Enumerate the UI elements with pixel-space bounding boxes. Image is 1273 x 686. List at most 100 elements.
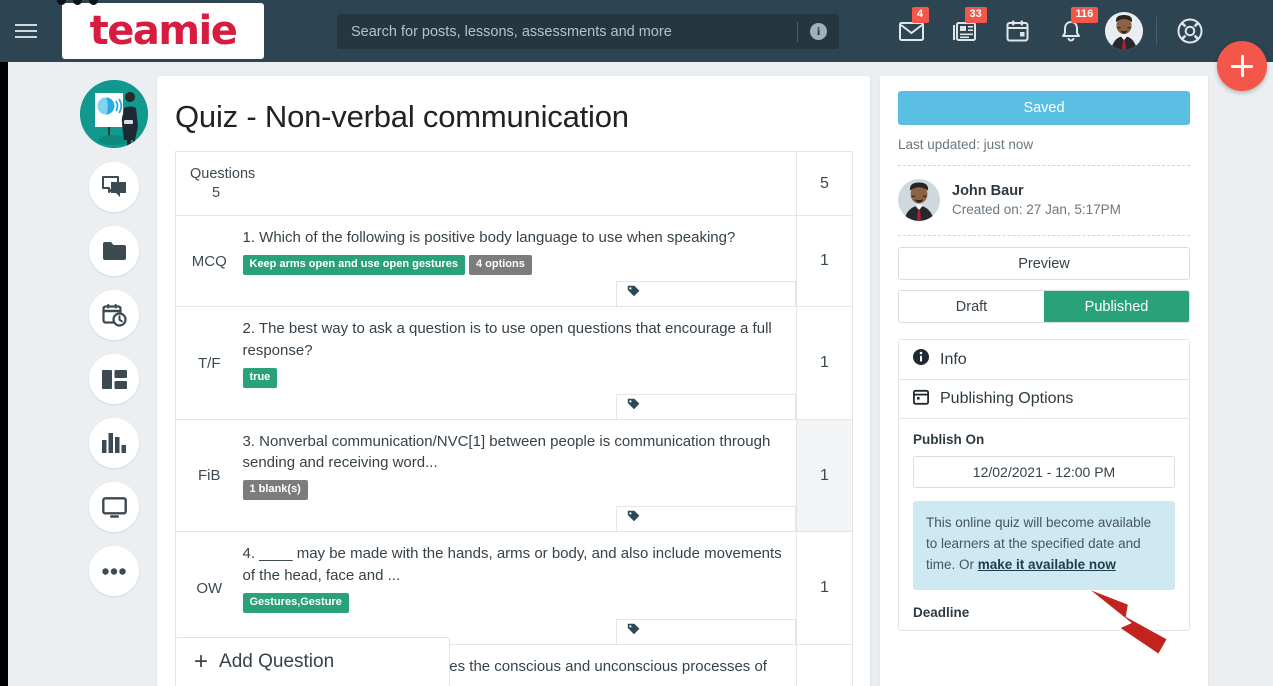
calendar-clock-icon xyxy=(101,303,127,327)
info-section-header[interactable]: Info xyxy=(899,340,1189,379)
questions-summary-cell: Questions 5 xyxy=(176,152,797,216)
app-root: teamie Search for posts, lessons, assess… xyxy=(0,0,1273,686)
sidebar-item-analytics[interactable] xyxy=(89,418,139,468)
publishing-options-header[interactable]: Publishing Options xyxy=(899,379,1189,418)
help-icon[interactable] xyxy=(1163,0,1216,62)
make-available-now-link[interactable]: make it available now xyxy=(978,557,1116,572)
left-rail xyxy=(0,62,8,686)
search-info-icon[interactable]: i xyxy=(810,23,827,40)
posts-icon[interactable]: 33 xyxy=(938,0,991,62)
question-badges: true xyxy=(242,367,797,388)
tag-cell[interactable] xyxy=(616,393,796,419)
tag-cell[interactable] xyxy=(616,506,796,532)
calendar-icon xyxy=(912,389,929,410)
mail-badge: 4 xyxy=(911,7,929,23)
table-header-row: Questions 5 5 xyxy=(176,151,853,216)
bar-chart-icon xyxy=(102,433,126,453)
status-toggle: Draft Published xyxy=(898,290,1190,323)
left-sidebar xyxy=(80,80,148,596)
questions-table-body: Questions 5 5 MCQ 1. Which of the follow… xyxy=(175,151,853,686)
ellipsis-icon xyxy=(102,567,126,575)
plus-icon: + xyxy=(194,648,209,675)
question-text: 4. ____ may be made with the hands, arms… xyxy=(242,545,782,584)
quiz-settings-panel: Saved Last updated: just now John Baur C… xyxy=(880,76,1208,686)
sidebar-item-dashboard[interactable] xyxy=(89,354,139,404)
status-published-button[interactable]: Published xyxy=(1044,291,1189,322)
sidebar-item-schedule[interactable] xyxy=(89,290,139,340)
course-avatar[interactable] xyxy=(80,80,148,148)
sidebar-item-materials[interactable] xyxy=(89,226,139,276)
search-divider xyxy=(797,21,798,42)
question-text: 2. The best way to ask a question is to … xyxy=(242,320,772,359)
question-score: 1 xyxy=(796,644,853,686)
sidebar-item-conversations[interactable] xyxy=(89,162,139,212)
questions-label: Questions xyxy=(190,166,256,182)
top-navigation-bar: teamie Search for posts, lessons, assess… xyxy=(0,0,1273,91)
question-cell[interactable]: 3. Nonverbal communication/NVC[1] betwee… xyxy=(242,418,797,532)
answer-badge: Keep arms open and use open gestures xyxy=(242,255,465,276)
sidebar-item-classroom[interactable] xyxy=(89,482,139,532)
question-type: FiB xyxy=(175,418,243,532)
question-badges: Keep arms open and use open gestures 4 o… xyxy=(242,255,797,276)
teamie-logo[interactable]: teamie xyxy=(57,0,264,59)
publishing-options-label: Publishing Options xyxy=(940,390,1074,407)
layout-icon xyxy=(101,369,127,389)
info-label: Info xyxy=(940,350,967,368)
tag-icon xyxy=(627,510,640,528)
info-icon xyxy=(913,349,929,370)
tag-icon xyxy=(627,398,640,416)
calendar-icon[interactable] xyxy=(991,0,1044,62)
question-cell[interactable]: 1. Which of the following is positive bo… xyxy=(242,214,797,307)
add-question-button[interactable]: + Add Question xyxy=(175,637,450,686)
bell-badge: 116 xyxy=(1070,7,1099,23)
publish-on-input[interactable] xyxy=(913,456,1175,488)
question-text: 3. Nonverbal communication/NVC[1] betwee… xyxy=(242,432,771,472)
answer-badge: true xyxy=(242,367,278,388)
table-row[interactable]: T/F 2. The best way to ask a question is… xyxy=(175,306,853,420)
logo-text: teamie xyxy=(89,8,238,54)
questions-count: 5 xyxy=(212,185,221,201)
author-info: John Baur Created on: 27 Jan, 5:17PM xyxy=(952,183,1121,217)
tag-cell[interactable] xyxy=(616,619,796,645)
preview-button[interactable]: Preview xyxy=(898,247,1190,280)
add-question-label: Add Question xyxy=(219,651,335,672)
nav-divider xyxy=(1156,17,1157,45)
mail-icon[interactable]: 4 xyxy=(885,0,938,62)
total-score-cell: 5 xyxy=(796,151,853,216)
question-score: 1 xyxy=(796,418,853,532)
table-row[interactable]: MCQ 1. Which of the following is positiv… xyxy=(175,214,853,307)
add-floating-action-button[interactable] xyxy=(1217,41,1267,91)
tag-cell[interactable] xyxy=(616,281,796,307)
meta-badge: 1 blank(s) xyxy=(242,480,308,501)
saved-button[interactable]: Saved xyxy=(898,91,1190,125)
hamburger-menu-icon[interactable] xyxy=(0,0,52,62)
posts-badge: 33 xyxy=(964,7,987,23)
chat-icon xyxy=(101,176,127,198)
search-input[interactable]: Search for posts, lessons, assessments a… xyxy=(337,24,797,40)
search-bar[interactable]: Search for posts, lessons, assessments a… xyxy=(337,14,839,49)
table-row[interactable]: FiB 3. Nonverbal communication/NVC[1] be… xyxy=(175,418,853,532)
question-type: OW xyxy=(175,531,243,645)
table-row[interactable]: OW 4. ____ may be made with the hands, a… xyxy=(175,531,853,645)
bell-icon[interactable]: 116 xyxy=(1044,0,1099,62)
status-draft-button[interactable]: Draft xyxy=(899,291,1044,322)
question-cell[interactable]: 4. ____ may be made with the hands, arms… xyxy=(242,531,797,645)
question-type: MCQ xyxy=(175,214,243,307)
question-text: 1. Which of the following is positive bo… xyxy=(242,229,736,246)
question-type: T/F xyxy=(175,306,243,420)
tag-icon xyxy=(627,623,640,641)
last-updated-text: Last updated: just now xyxy=(898,137,1034,152)
questions-table: Questions 5 5 MCQ 1. Which of the follow… xyxy=(175,151,853,686)
sidebar-item-more[interactable] xyxy=(89,546,139,596)
publish-note: This online quiz will become available t… xyxy=(913,501,1175,590)
settings-accordion: Info Publishing Options Publish On This … xyxy=(898,339,1190,631)
top-nav-icons: 4 33 116 xyxy=(885,0,1216,62)
answer-badge: Gestures,Gesture xyxy=(242,593,349,614)
author-created-on: Created on: 27 Jan, 5:17PM xyxy=(952,202,1121,217)
question-score: 1 xyxy=(796,306,853,420)
avatar[interactable] xyxy=(1097,0,1150,62)
logo-dots-icon xyxy=(57,0,98,5)
question-cell[interactable]: 2. The best way to ask a question is to … xyxy=(242,306,797,420)
deadline-label: Deadline xyxy=(913,604,970,620)
author-name: John Baur xyxy=(952,183,1024,199)
